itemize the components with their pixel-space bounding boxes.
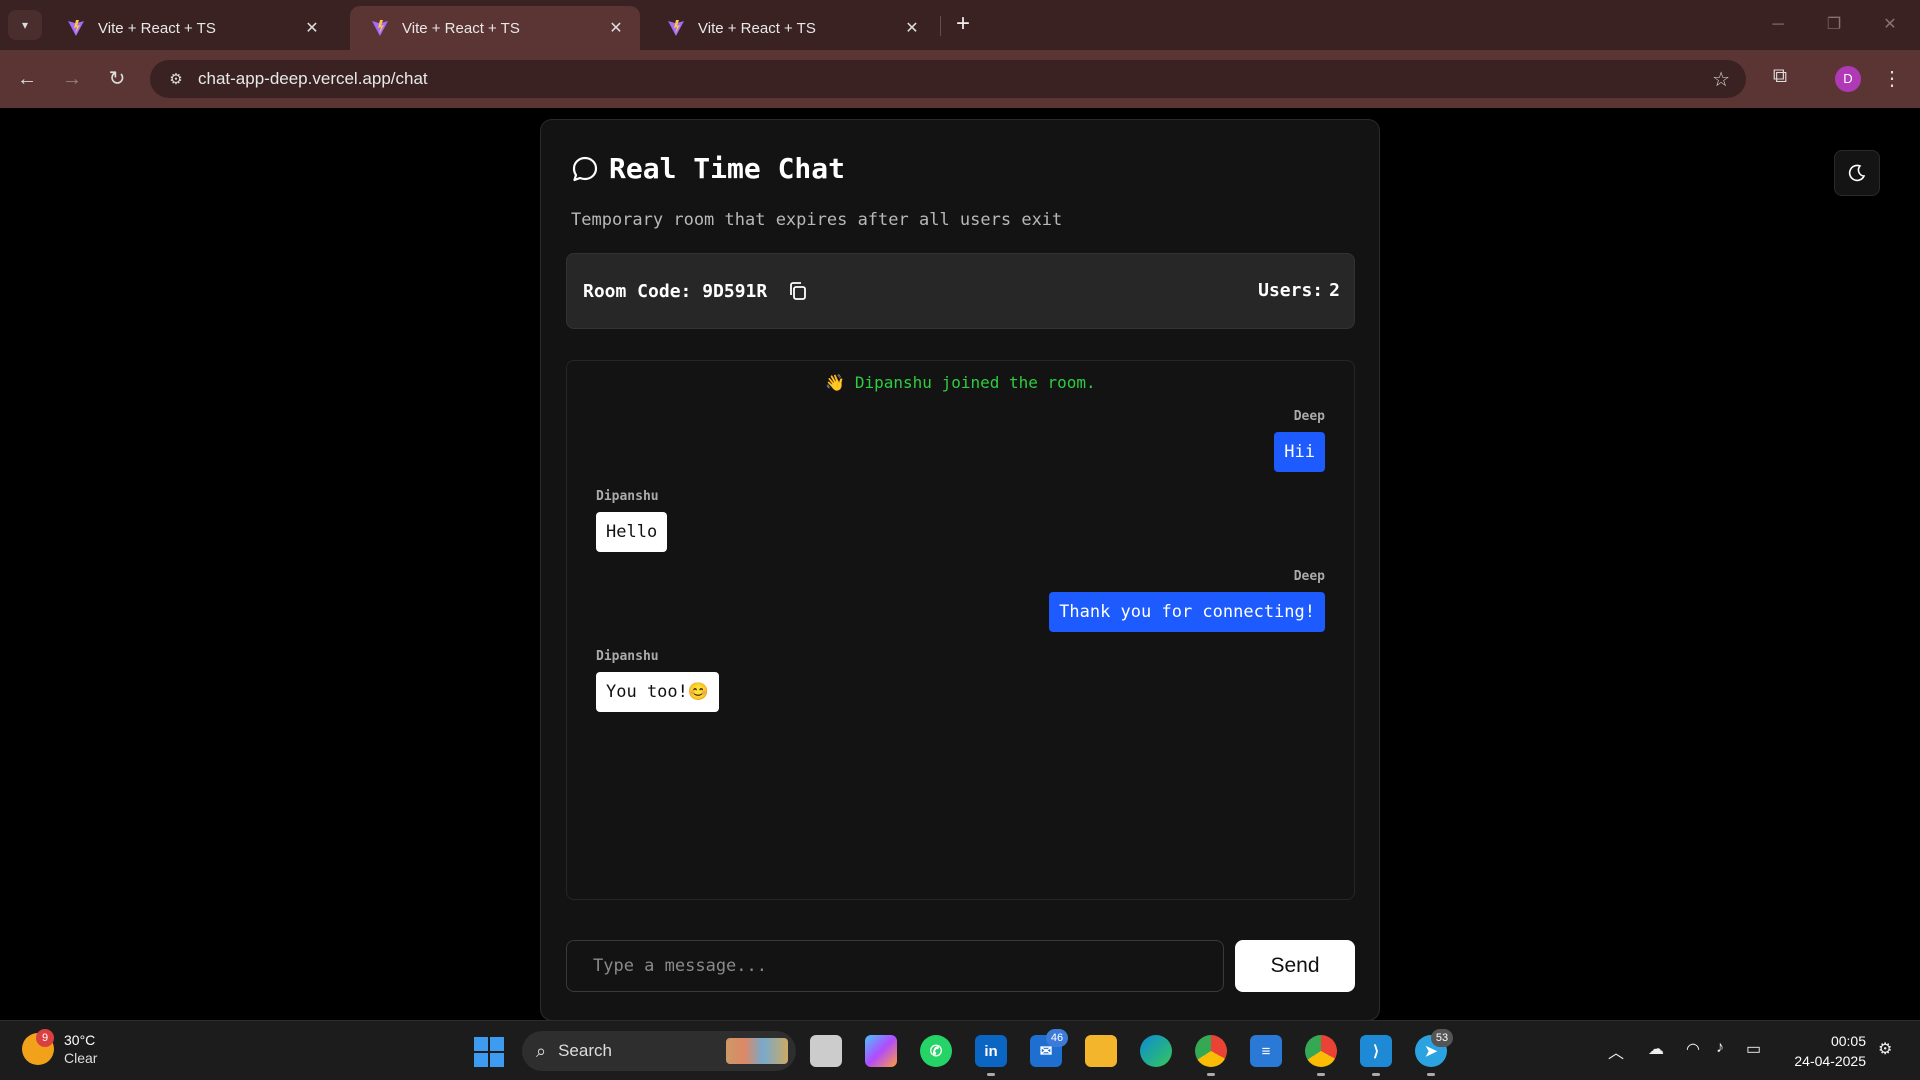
url-text[interactable]: chat-app-deep.vercel.app/chat — [198, 69, 1712, 89]
weather-badge: 9 — [36, 1029, 54, 1047]
page-subtitle: Temporary room that expires after all us… — [571, 210, 1063, 230]
theme-toggle-button[interactable] — [1834, 150, 1880, 196]
message-bubble: You too!😊 — [596, 672, 720, 712]
weather-widget[interactable]: 9 30°C Clear — [22, 1029, 98, 1067]
message-sender: Dipanshu — [596, 489, 659, 504]
message-sender: Dipanshu — [596, 649, 659, 664]
clock-time: 00:05 — [1830, 1033, 1866, 1049]
moon-icon — [1848, 164, 1866, 182]
back-button[interactable]: ← — [12, 64, 42, 94]
room-code: Room Code: 9D591R — [583, 280, 809, 302]
running-indicator — [987, 1073, 995, 1076]
users-label: Users: — [1258, 280, 1324, 301]
weather-condition: Clear — [64, 1050, 98, 1066]
system-message: 👋 Dipanshu joined the room. — [825, 373, 1096, 392]
start-button[interactable] — [474, 1037, 504, 1067]
restore-button[interactable]: ❐ — [1814, 10, 1854, 40]
profile-avatar[interactable]: D — [1835, 66, 1861, 92]
moon-weather-icon: 9 — [22, 1029, 54, 1065]
browser-menu-icon[interactable]: ⋮ — [1882, 64, 1902, 94]
wifi-icon[interactable]: ◠ — [1686, 1039, 1700, 1059]
page-title: Real Time Chat — [571, 152, 845, 185]
browser-toolbar: ← → ↻ ⚙ chat-app-deep.vercel.app/chat ☆ … — [0, 50, 1920, 108]
tab-separator — [940, 16, 941, 36]
title-text: Real Time Chat — [609, 152, 846, 185]
close-tab-icon[interactable]: ✕ — [302, 18, 322, 38]
mail-badge: 46 — [1046, 1029, 1068, 1047]
message-item: Dipanshu You too!😊 — [596, 649, 720, 712]
notepad-icon[interactable]: ≡ — [1250, 1035, 1282, 1067]
tab-title: Vite + React + TS — [98, 19, 216, 37]
volume-icon[interactable]: ♪ — [1716, 1039, 1724, 1057]
linkedin-icon[interactable]: in — [975, 1035, 1007, 1067]
message-sender: Deep — [1293, 569, 1325, 584]
user-count: Users: 2 — [1258, 280, 1340, 301]
running-indicator — [1317, 1073, 1325, 1076]
taskbar: 9 30°C Clear ⌕ Search ✆ in ✉ 46 ≡ ⟩ ➤ 53… — [0, 1020, 1920, 1080]
whatsapp-icon[interactable]: ✆ — [920, 1035, 952, 1067]
message-item: Deep Hii — [1274, 409, 1325, 472]
message-item: Dipanshu Hello — [596, 489, 668, 552]
browser-tab-2[interactable]: Vite + React + TS ✕ — [350, 6, 640, 50]
running-indicator — [1207, 1073, 1215, 1076]
message-item: Deep Thank you for connecting! — [1049, 569, 1325, 632]
copilot-icon[interactable] — [865, 1035, 897, 1067]
message-sender: Deep — [1293, 409, 1325, 424]
site-info-icon[interactable]: ⚙ — [164, 67, 188, 91]
search-highlight-icon — [726, 1038, 788, 1064]
minimize-button[interactable]: ─ — [1758, 10, 1798, 40]
running-indicator — [1427, 1073, 1435, 1076]
message-list[interactable]: 👋 Dipanshu joined the room. Deep Hii Dip… — [566, 360, 1355, 900]
room-code-text: Room Code: 9D591R — [583, 280, 768, 302]
chat-bubble-icon — [572, 156, 598, 181]
vite-favicon-icon — [68, 20, 84, 36]
message-bubble: Hii — [1274, 432, 1325, 472]
vite-favicon-icon — [668, 20, 684, 36]
notification-icon[interactable]: ⚙ — [1878, 1039, 1892, 1059]
system-clock[interactable]: 00:05 24-04-2025 — [1782, 1031, 1866, 1071]
extensions-icon[interactable]: ⧉ — [1766, 65, 1794, 93]
message-input[interactable] — [566, 940, 1224, 992]
browser-tab-1[interactable]: Vite + React + TS ✕ — [46, 6, 336, 50]
running-indicator — [1372, 1073, 1380, 1076]
message-bubble: Thank you for connecting! — [1049, 592, 1325, 632]
room-info-panel: Room Code: 9D591R Users: 2 — [566, 253, 1355, 329]
close-tab-icon[interactable]: ✕ — [902, 18, 922, 38]
edge-icon[interactable] — [1140, 1035, 1172, 1067]
message-bubble: Hello — [596, 512, 668, 552]
chevron-up-icon[interactable]: ︿ — [1608, 1039, 1624, 1063]
vscode-icon[interactable]: ⟩ — [1360, 1035, 1392, 1067]
temperature: 30°C — [64, 1032, 96, 1048]
address-bar[interactable]: ⚙ chat-app-deep.vercel.app/chat ☆ — [150, 60, 1746, 98]
battery-icon[interactable]: ▭ — [1746, 1039, 1761, 1059]
reload-button[interactable]: ↻ — [102, 64, 132, 94]
file-explorer-icon[interactable] — [1085, 1035, 1117, 1067]
chat-card: Real Time Chat Temporary room that expir… — [540, 119, 1380, 1021]
close-window-button[interactable]: ✕ — [1870, 10, 1910, 40]
browser-tab-3[interactable]: Vite + React + TS ✕ — [646, 6, 936, 50]
onedrive-icon[interactable]: ☁ — [1648, 1039, 1664, 1059]
chrome-icon[interactable] — [1305, 1035, 1337, 1067]
close-tab-icon[interactable]: ✕ — [606, 18, 626, 38]
tab-title: Vite + React + TS — [402, 19, 520, 37]
bookmark-star-icon[interactable]: ☆ — [1712, 67, 1730, 92]
browser-tab-bar: ▾ Vite + React + TS ✕ Vite + React + TS … — [0, 0, 1920, 50]
chrome-profile-icon[interactable] — [1195, 1035, 1227, 1067]
users-count: 2 — [1329, 280, 1340, 301]
vite-favicon-icon — [372, 20, 388, 36]
search-label: Search — [558, 1041, 612, 1060]
page-content: Real Time Chat Temporary room that expir… — [0, 108, 1920, 1021]
task-view-icon[interactable] — [810, 1035, 842, 1067]
tab-title: Vite + React + TS — [698, 19, 816, 37]
tab-search-button[interactable]: ▾ — [8, 10, 42, 40]
telegram-badge: 53 — [1431, 1029, 1453, 1047]
send-button[interactable]: Send — [1235, 940, 1355, 992]
copy-icon[interactable] — [787, 280, 809, 302]
taskbar-search[interactable]: ⌕ Search — [522, 1031, 796, 1071]
new-tab-button[interactable]: + — [950, 12, 976, 38]
forward-button[interactable]: → — [57, 64, 87, 94]
clock-date: 24-04-2025 — [1794, 1053, 1866, 1069]
search-icon: ⌕ — [536, 1040, 547, 1061]
